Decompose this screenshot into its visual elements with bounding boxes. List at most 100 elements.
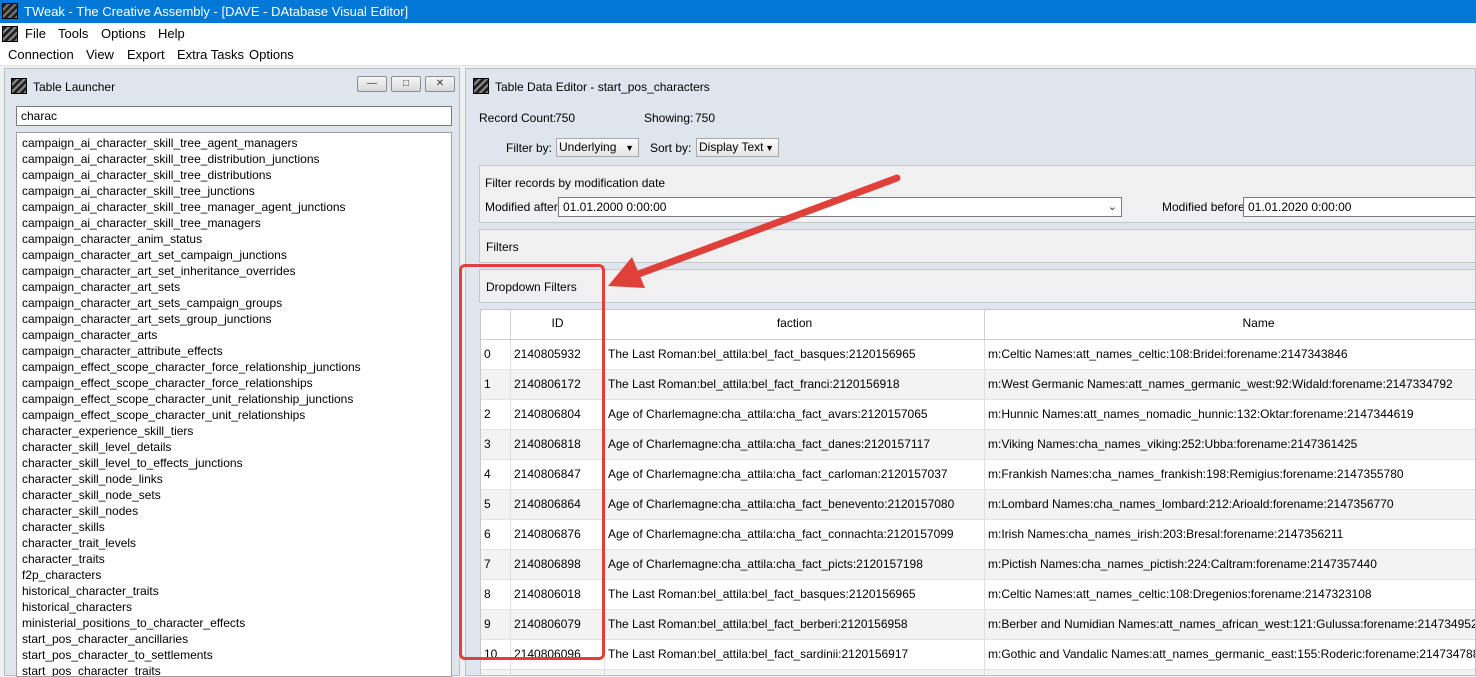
table-row[interactable]: 112140806147The Last Roman:bel_attila:be… [481,670,1475,675]
table-list-item[interactable]: historical_character_traits [22,583,159,599]
maximize-button[interactable]: □ [391,76,421,92]
table-list-item[interactable]: character_skill_level_to_effects_junctio… [22,455,243,471]
faction-cell[interactable]: Age of Charlemagne:cha_attila:cha_fact_c… [605,460,985,489]
table-list-item[interactable]: campaign_effect_scope_character_unit_rel… [22,391,353,407]
table-row[interactable]: 6 2140806876 Age of Charlemagne:cha_attila… [481,520,1475,550]
table-list-item[interactable]: start_pos_character_ancillaries [22,631,188,647]
name-cell[interactable]: m:Irish Names:cha_names_irish:203:Bresal… [985,520,1475,549]
table-list-item[interactable]: campaign_character_art_set_inheritance_o… [22,263,296,279]
table-row[interactable]: 10 2140806096 The Last Roman:bel_attila:be… [481,640,1475,670]
name-cell[interactable]: m:Pictish Names:cha_names_pictish:224:Ca… [985,550,1475,579]
name-cell[interactable]: m:Lombard Names:cha_names_lombard:212:Ar… [985,490,1475,519]
table-list-item[interactable]: character_skills [22,519,105,535]
menu-view[interactable]: View [86,47,114,62]
table-list-item[interactable]: campaign_effect_scope_character_force_re… [22,375,313,391]
table-list-item[interactable]: ministerial_positions_to_character_effec… [22,615,245,631]
filter-by-value: Underlying [559,140,617,154]
table-list-item[interactable]: start_pos_character_traits [22,663,161,676]
column-header-name[interactable]: Name [985,310,1475,340]
faction-cell[interactable]: The Last Roman:bel_attila:bel_fact_ostro… [605,670,985,675]
table-list-item[interactable]: campaign_character_attribute_effects [22,343,223,359]
faction-cell[interactable]: The Last Roman:bel_attila:bel_fact_berbe… [605,610,985,639]
menu-extra-tasks[interactable]: Extra Tasks [177,47,244,62]
table-row[interactable]: 8 2140806018 The Last Roman:bel_attila:bel… [481,580,1475,610]
table-row[interactable]: 7 2140806898 Age of Charlemagne:cha_attila… [481,550,1475,580]
menu-options[interactable]: Options [101,26,146,41]
table-row[interactable]: 9 2140806079 The Last Roman:bel_attila:bel… [481,610,1475,640]
filters-panel[interactable]: Filters [479,229,1475,263]
table-list-item[interactable]: campaign_effect_scope_character_unit_rel… [22,407,305,423]
table-search-input[interactable] [16,106,452,126]
table-list-item[interactable]: character_trait_levels [22,535,136,551]
id-cell[interactable]: 2140806147 [511,670,605,675]
menu-help[interactable]: Help [158,26,185,41]
table-row[interactable]: 1 2140806172 The Last Roman:bel_attila:bel… [481,370,1475,400]
table-list-item[interactable]: campaign_effect_scope_character_force_re… [22,359,361,375]
table-list-item[interactable]: character_experience_skill_tiers [22,423,193,439]
menu-options-secondary[interactable]: Options [249,47,294,62]
dropdown-arrow-icon: ▼ [625,143,634,153]
row-number-cell[interactable]: 11 [481,670,511,675]
menu-tools[interactable]: Tools [58,26,88,41]
table-row[interactable]: 5 2140806864 Age of Charlemagne:cha_attila… [481,490,1475,520]
table-list-item[interactable]: character_skill_node_links [22,471,163,487]
faction-cell[interactable]: The Last Roman:bel_attila:bel_fact_basqu… [605,580,985,609]
table-list-item[interactable]: campaign_ai_character_skill_tree_agent_m… [22,135,298,151]
table-list-item[interactable]: campaign_character_anim_status [22,231,202,247]
name-cell[interactable]: m:Celtic Names:att_names_celtic:108:Brid… [985,340,1475,369]
table-list-item[interactable]: campaign_character_art_sets [22,279,180,295]
name-cell[interactable]: m:Gothic and Vandalic Names:att_names_ge… [985,640,1475,669]
name-cell[interactable]: m:West Germanic Names:att_names_germanic… [985,370,1475,399]
table-row[interactable]: 0 2140805932 The Last Roman:bel_attila:bel… [481,340,1475,370]
chevron-down-icon[interactable]: ⌄ [1108,198,1117,216]
name-cell[interactable]: m:Viking Names:cha_names_viking:252:Ubba… [985,430,1475,459]
faction-cell[interactable]: Age of Charlemagne:cha_attila:cha_fact_p… [605,550,985,579]
table-list-item[interactable]: character_skill_node_sets [22,487,161,503]
faction-cell[interactable]: The Last Roman:bel_attila:bel_fact_franc… [605,370,985,399]
table-list-item[interactable]: character_traits [22,551,105,567]
name-cell[interactable]: m:Hunnic Names:att_names_nomadic_hunnic:… [985,400,1475,429]
menu-file[interactable]: File [25,26,46,41]
table-list-item[interactable]: campaign_character_arts [22,327,157,343]
modified-after-input[interactable]: 01.01.2000 0:00:00 ⌄ [558,197,1122,217]
table-list-item[interactable]: character_skill_level_details [22,439,171,455]
faction-cell[interactable]: Age of Charlemagne:cha_attila:cha_fact_b… [605,490,985,519]
table-list-item[interactable]: historical_characters [22,599,132,615]
column-header-faction[interactable]: faction [605,310,985,340]
table-list-item[interactable]: f2p_characters [22,567,101,583]
filter-by-select[interactable]: Underlying ▼ [556,138,639,157]
minimize-button[interactable]: — [357,76,387,92]
modified-before-input[interactable]: 01.01.2020 0:00:00 [1243,197,1475,217]
faction-cell[interactable]: The Last Roman:bel_attila:bel_fact_basqu… [605,340,985,369]
name-cell[interactable]: m:Frankish Names:cha_names_frankish:198:… [985,460,1475,489]
faction-cell[interactable]: The Last Roman:bel_attila:bel_fact_sardi… [605,640,985,669]
table-list: campaign_ai_character_skill_tree_agent_m… [16,132,452,677]
faction-cell[interactable]: Age of Charlemagne:cha_attila:cha_fact_c… [605,520,985,549]
table-row[interactable]: 3 2140806818 Age of Charlemagne:cha_attila… [481,430,1475,460]
table-row[interactable]: 2 2140806804 Age of Charlemagne:cha_attila… [481,400,1475,430]
name-cell[interactable]: m:Celtic Names:att_names_celtic:108:Dreg… [985,580,1475,609]
table-list-item[interactable]: campaign_character_art_set_campaign_junc… [22,247,287,263]
table-list-item[interactable]: campaign_ai_character_skill_tree_junctio… [22,183,255,199]
sort-by-select[interactable]: Display Text ▼ [696,138,779,157]
table-launcher-window: Table Launcher — □ ✕ campaign_ai_charact… [4,68,460,677]
table-list-item[interactable]: campaign_character_art_sets_campaign_gro… [22,295,282,311]
table-list-item[interactable]: campaign_ai_character_skill_tree_manager… [22,215,261,231]
menu-export[interactable]: Export [127,47,165,62]
table-list-item[interactable]: campaign_ai_character_skill_tree_distrib… [22,151,320,167]
name-cell[interactable]: m:Berber and Numidian Names:att_names_af… [985,610,1475,639]
table-data-editor-window: Table Data Editor - start_pos_characters… [465,68,1476,676]
table-list-item[interactable]: campaign_character_art_sets_group_juncti… [22,311,272,327]
table-list-item[interactable]: campaign_ai_character_skill_tree_distrib… [22,167,271,183]
table-list-item[interactable]: character_skill_nodes [22,503,138,519]
close-button[interactable]: ✕ [425,76,455,92]
table-row[interactable]: 4 2140806847 Age of Charlemagne:cha_attila… [481,460,1475,490]
dropdown-filters-panel[interactable]: Dropdown Filters [479,269,1475,303]
menu-connection[interactable]: Connection [8,47,74,62]
table-list-item[interactable]: start_pos_character_to_settlements [22,647,213,663]
faction-cell[interactable]: Age of Charlemagne:cha_attila:cha_fact_d… [605,430,985,459]
faction-cell[interactable]: Age of Charlemagne:cha_attila:cha_fact_a… [605,400,985,429]
table-list-item[interactable]: campaign_ai_character_skill_tree_manager… [22,199,346,215]
name-cell[interactable]: m:Gothic and Vandalic Names:att_names_ge… [985,670,1475,675]
mdi-logo-icon[interactable] [2,26,18,42]
